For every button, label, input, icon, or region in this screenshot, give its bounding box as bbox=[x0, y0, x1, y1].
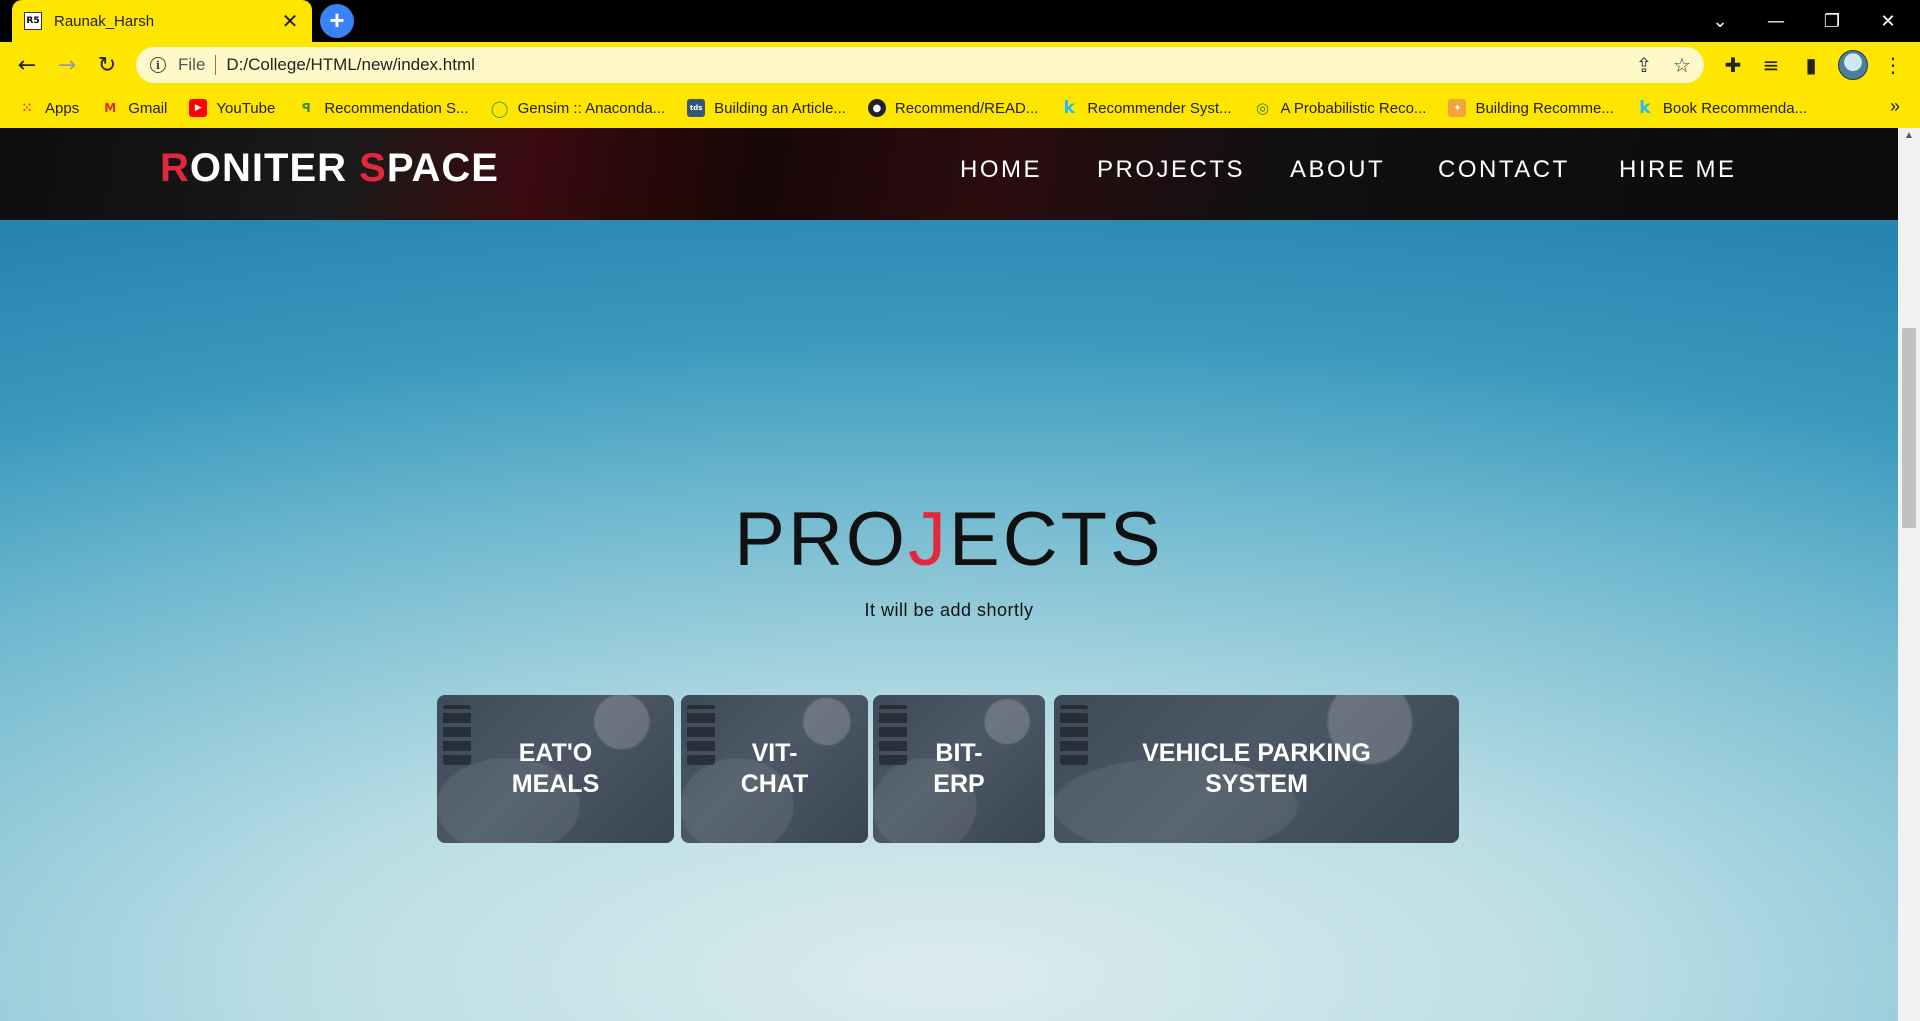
nav-contact[interactable]: CONTACT bbox=[1438, 156, 1570, 184]
site-info-icon[interactable]: i bbox=[150, 57, 166, 73]
anaconda-icon: ◯ bbox=[490, 98, 509, 118]
apps-grid-icon: ⁙ bbox=[21, 101, 33, 115]
project-card-vehicle-parking[interactable]: VEHICLE PARKING SYSTEM bbox=[1054, 695, 1459, 843]
logo-word-pace: PACE bbox=[386, 146, 499, 190]
bookmark-star-icon[interactable]: ☆ bbox=[1664, 47, 1700, 83]
card-label-line: ERP bbox=[933, 770, 985, 798]
profile-avatar[interactable] bbox=[1838, 50, 1868, 80]
tds-icon: tds bbox=[687, 99, 706, 117]
heading-accent-letter: J bbox=[908, 497, 949, 582]
logo-letter-r: R bbox=[160, 146, 190, 190]
bookmark-label: Recommender Syst... bbox=[1087, 99, 1232, 117]
media-queue-icon[interactable]: ≡ bbox=[1756, 50, 1786, 80]
site-logo[interactable]: RONITER SPACE bbox=[160, 146, 499, 191]
card-label: BIT- ERP bbox=[923, 738, 994, 800]
card-label-line: SYSTEM bbox=[1205, 770, 1308, 798]
browser-toolbar: ← → ↻ i File D:/College/HTML/new/index.h… bbox=[0, 42, 1920, 88]
address-scheme: File bbox=[178, 55, 206, 74]
new-tab-button[interactable]: + bbox=[320, 4, 354, 38]
tab-favicon-icon: R5 bbox=[24, 12, 42, 30]
bookmark-building-recomme[interactable]: ✦ Building Recomme... bbox=[1448, 99, 1614, 117]
site-header: RONITER SPACE HOME PROJECTS ABOUT CONTAC… bbox=[0, 128, 1898, 220]
menu-kebab-icon[interactable]: ⋮ bbox=[1878, 50, 1908, 80]
bookmark-label: Gmail bbox=[128, 99, 168, 117]
bookmarks-overflow-icon[interactable]: » bbox=[1890, 96, 1900, 117]
nav-projects[interactable]: PROJECTS bbox=[1097, 156, 1245, 184]
bookmark-label: Building an Article... bbox=[714, 99, 846, 117]
bookmark-label: Book Recommenda... bbox=[1662, 99, 1808, 117]
github-icon: ● bbox=[867, 99, 886, 117]
bookmark-recommender-syst[interactable]: k Recommender Syst... bbox=[1060, 98, 1232, 118]
card-label-line: CHAT bbox=[740, 770, 809, 798]
back-button[interactable]: ← bbox=[10, 48, 44, 82]
share-icon[interactable]: ⇪ bbox=[1626, 47, 1662, 83]
kaggle-icon: k bbox=[1639, 98, 1651, 118]
bookmark-gmail[interactable]: M Gmail bbox=[101, 99, 167, 117]
page-viewport: RONITER SPACE HOME PROJECTS ABOUT CONTAC… bbox=[0, 128, 1898, 1021]
card-label-line: VIT- bbox=[751, 739, 798, 767]
card-label: VIT- CHAT bbox=[731, 738, 819, 800]
extensions-icon[interactable]: ✚ bbox=[1718, 50, 1748, 80]
minimize-button[interactable]: — bbox=[1748, 0, 1804, 42]
scroll-up-arrow-icon[interactable]: ▲ bbox=[1898, 130, 1920, 146]
bookmark-label: Recommendation S... bbox=[324, 99, 469, 117]
gfg-icon: ꟼ bbox=[301, 101, 311, 115]
reload-button[interactable]: ↻ bbox=[90, 48, 124, 82]
address-url[interactable]: D:/College/HTML/new/index.html bbox=[226, 55, 474, 75]
heading-part: ECTS bbox=[949, 497, 1164, 582]
forward-button[interactable]: → bbox=[50, 48, 84, 82]
bookmark-book-recommenda[interactable]: k Book Recommenda... bbox=[1636, 98, 1808, 118]
bookmark-label: Apps bbox=[45, 99, 80, 117]
tab-search-icon[interactable]: ⌄ bbox=[1692, 0, 1748, 42]
logo-word-oniter: ONITER bbox=[189, 146, 360, 190]
bookmark-probabilistic[interactable]: ◎ A Probabilistic Reco... bbox=[1254, 99, 1427, 117]
project-card-eato-meals[interactable]: EAT'O MEALS bbox=[437, 695, 674, 843]
bookmark-youtube[interactable]: ▶ YouTube bbox=[189, 99, 275, 117]
bookmark-recommendation[interactable]: ꟼ Recommendation S... bbox=[297, 99, 469, 117]
browser-tab[interactable]: R5 Raunak_Harsh ✕ bbox=[12, 0, 312, 42]
nav-home[interactable]: HOME bbox=[960, 156, 1042, 184]
card-label-line: VEHICLE PARKING bbox=[1142, 739, 1371, 767]
card-label-line: MEALS bbox=[511, 770, 600, 798]
address-bar[interactable]: i File D:/College/HTML/new/index.html ⇪ … bbox=[136, 47, 1704, 83]
address-separator bbox=[215, 55, 217, 75]
side-panel-icon[interactable]: ▮ bbox=[1796, 50, 1826, 80]
bookmark-label: YouTube bbox=[216, 99, 276, 117]
projects-subtitle: It will be add shortly bbox=[864, 600, 1034, 620]
close-window-button[interactable]: ✕ bbox=[1860, 0, 1916, 42]
card-label: EAT'O MEALS bbox=[502, 738, 610, 800]
scrollbar-thumb[interactable] bbox=[1902, 328, 1916, 528]
card-label-line: EAT'O bbox=[518, 739, 593, 767]
site-icon: ◎ bbox=[1255, 99, 1270, 117]
project-card-bit-erp[interactable]: BIT- ERP bbox=[873, 695, 1045, 843]
projects-heading: PROJECTS bbox=[0, 496, 1898, 583]
bookmark-apps[interactable]: ⁙ Apps bbox=[18, 99, 79, 117]
bookmark-label: A Probabilistic Reco... bbox=[1280, 99, 1427, 117]
project-card-vit-chat[interactable]: VIT- CHAT bbox=[681, 695, 868, 843]
bookmark-label: Gensim :: Anaconda... bbox=[517, 99, 666, 117]
bookmark-label: Recommend/READ... bbox=[894, 99, 1039, 117]
kaggle-icon: k bbox=[1063, 98, 1075, 118]
nav-hire-me[interactable]: HIRE ME bbox=[1619, 156, 1737, 184]
bookmarks-bar: ⁙ Apps M Gmail ▶ YouTube ꟼ Recommendatio… bbox=[0, 88, 1920, 128]
heading-part: PRO bbox=[734, 497, 908, 582]
bookmark-label: Building Recomme... bbox=[1475, 99, 1614, 117]
card-label-line: BIT- bbox=[935, 739, 983, 767]
nav-about[interactable]: ABOUT bbox=[1290, 156, 1385, 184]
gmail-icon: M bbox=[104, 101, 117, 115]
tab-title: Raunak_Harsh bbox=[54, 12, 155, 30]
bookmark-article[interactable]: tds Building an Article... bbox=[687, 99, 846, 117]
restore-button[interactable]: ❐ bbox=[1804, 0, 1860, 42]
bookmark-gensim[interactable]: ◯ Gensim :: Anaconda... bbox=[490, 98, 666, 118]
bookmark-recommend-read[interactable]: ● Recommend/READ... bbox=[867, 99, 1039, 117]
tab-strip: R5 Raunak_Harsh ✕ + ⌄ — ❐ ✕ bbox=[0, 0, 1920, 42]
page-scrollbar[interactable]: ▲ bbox=[1898, 128, 1920, 1021]
youtube-icon: ▶ bbox=[189, 99, 208, 117]
logo-letter-s: S bbox=[359, 146, 387, 190]
card-label: VEHICLE PARKING SYSTEM bbox=[1132, 738, 1381, 800]
site-icon: ✦ bbox=[1448, 99, 1467, 117]
tab-close-icon[interactable]: ✕ bbox=[280, 9, 300, 34]
